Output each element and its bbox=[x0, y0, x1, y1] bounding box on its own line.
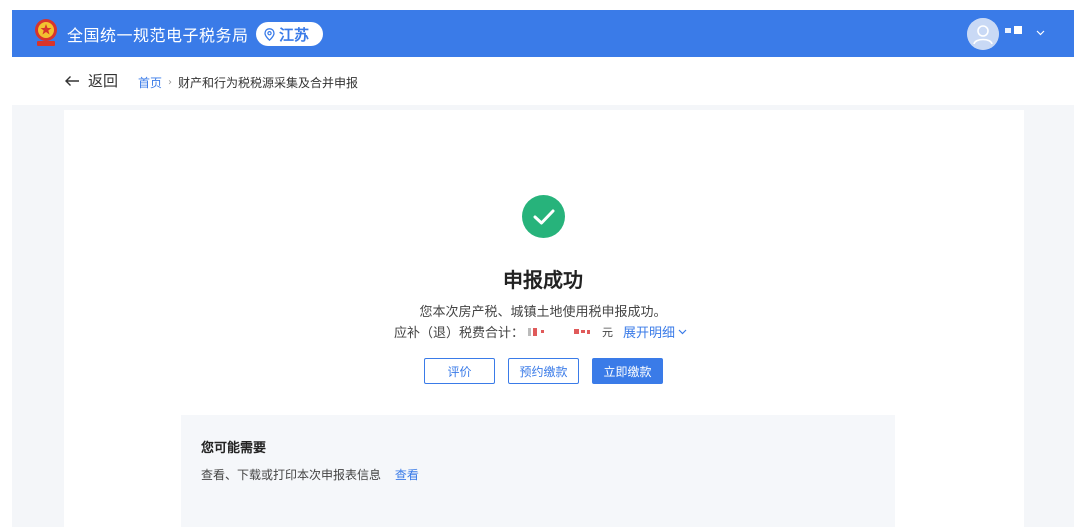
result-title: 申报成功 bbox=[503, 268, 583, 292]
amount-masked bbox=[528, 327, 598, 336]
chevron-down-icon bbox=[678, 329, 687, 334]
site-title: 全国统一规范电子税务局 bbox=[67, 26, 249, 45]
suggestion-item: 查看、下载或打印本次申报表信息 查看 bbox=[201, 466, 419, 483]
arrow-left-icon bbox=[65, 75, 79, 86]
breadcrumb-separator: › bbox=[168, 77, 173, 88]
schedule-payment-button[interactable]: 预约缴款 bbox=[508, 358, 579, 384]
amount-unit: 元 bbox=[602, 325, 614, 339]
username-masked[interactable] bbox=[1005, 26, 1022, 34]
national-emblem-icon bbox=[32, 17, 60, 49]
rate-button[interactable]: 评价 bbox=[424, 358, 495, 384]
app-window: 全国统一规范电子税务局 江苏 返回 首页 › 财产和行为税税源采集及合并申报 申… bbox=[12, 10, 1074, 527]
view-report-link[interactable]: 查看 bbox=[395, 468, 419, 482]
top-header: 全国统一规范电子税务局 江苏 bbox=[12, 10, 1074, 57]
breadcrumb: 首页 › 财产和行为税税源采集及合并申报 bbox=[138, 74, 358, 91]
amount-line: 应补（退）税费合计： 元 展开明细 bbox=[394, 322, 687, 341]
chevron-down-icon[interactable] bbox=[1036, 26, 1045, 39]
breadcrumb-home[interactable]: 首页 bbox=[138, 74, 162, 91]
suggestions-title: 您可能需要 bbox=[201, 441, 267, 456]
region-selector[interactable]: 江苏 bbox=[256, 22, 323, 46]
suggestions-panel: 您可能需要 查看、下载或打印本次申报表信息 查看 bbox=[181, 415, 895, 527]
location-pin-icon bbox=[264, 27, 275, 41]
expand-label: 展开明细 bbox=[623, 326, 676, 341]
amount-label: 应补（退）税费合计： bbox=[394, 326, 525, 341]
suggestion-text: 查看、下载或打印本次申报表信息 bbox=[201, 468, 382, 482]
back-label: 返回 bbox=[88, 72, 119, 90]
pay-now-button[interactable]: 立即缴款 bbox=[592, 358, 663, 384]
region-label: 江苏 bbox=[279, 25, 310, 44]
breadcrumb-current: 财产和行为税税源采集及合并申报 bbox=[178, 76, 359, 90]
breadcrumb-bar: 返回 首页 › 财产和行为税税源采集及合并申报 bbox=[12, 57, 1074, 105]
user-avatar-icon[interactable] bbox=[967, 18, 999, 50]
back-button[interactable]: 返回 bbox=[64, 70, 118, 91]
expand-details-link[interactable]: 展开明细 bbox=[623, 322, 687, 341]
result-description: 您本次房产税、城镇土地使用税申报成功。 bbox=[419, 305, 667, 320]
check-circle-icon bbox=[522, 195, 565, 238]
